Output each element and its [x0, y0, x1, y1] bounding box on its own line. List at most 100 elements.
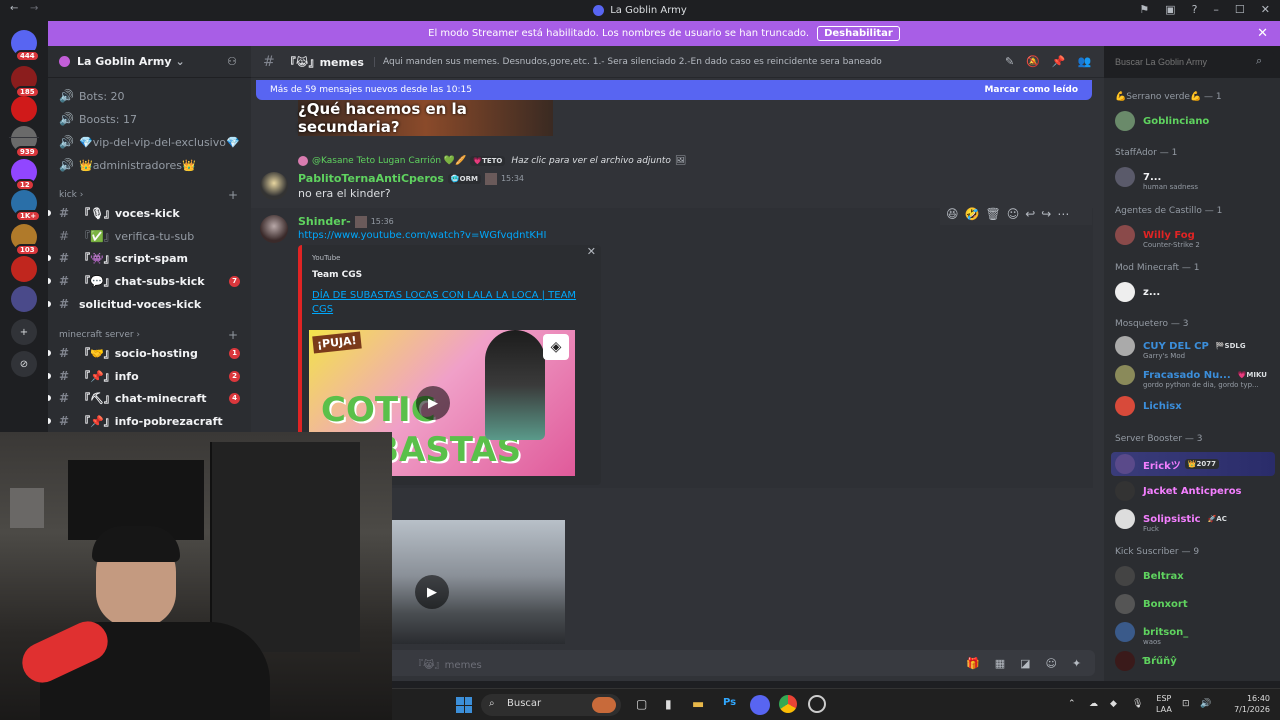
- windows-start-icon[interactable]: [456, 697, 472, 713]
- emoji-icon[interactable]: ☺: [1046, 657, 1057, 670]
- maximize-button[interactable]: ☐: [1235, 3, 1245, 16]
- message-link[interactable]: https://www.youtube.com/watch?v=WGfvqdnt…: [298, 230, 546, 241]
- flag-icon[interactable]: ⚑: [1139, 3, 1149, 16]
- chevron-up-icon[interactable]: ⌃: [1068, 699, 1076, 709]
- discord-taskbar-icon[interactable]: [750, 695, 770, 715]
- tray-app-icon[interactable]: ◆: [1110, 699, 1117, 709]
- message-author[interactable]: PablitoTernaAntiCperos: [298, 172, 444, 185]
- text-channel[interactable]: # 『⛏』chat-minecraft 4: [59, 389, 240, 407]
- text-channel[interactable]: # solicitud-voces-kick: [59, 295, 201, 313]
- server-header[interactable]: La Goblin Army ⌄ ⚇: [48, 46, 251, 78]
- threads-icon[interactable]: ✎: [1005, 55, 1014, 68]
- forward-icon[interactable]: ↪: [1041, 207, 1051, 221]
- member-item[interactable]: britson_ waos: [1115, 622, 1188, 646]
- invite-icon[interactable]: ⚇: [227, 55, 237, 68]
- member-item[interactable]: CUY DEL CP 🏁SDLG Garry's Mod: [1115, 336, 1249, 360]
- embed-title[interactable]: DÍA DE SUBASTAS LOCAS CON LALA LA LOCA |…: [312, 289, 577, 317]
- reaction-trash-icon[interactable]: 🗑: [985, 207, 1000, 221]
- discover-icon[interactable]: ⊘: [11, 351, 37, 377]
- text-channel[interactable]: # 『🎙』voces-kick: [59, 204, 180, 222]
- members-icon[interactable]: 👥: [1078, 55, 1092, 68]
- text-channel[interactable]: # 『✅』verifica-tu-sub: [59, 227, 194, 245]
- photoshop-icon[interactable]: Ps: [723, 697, 736, 708]
- play-icon[interactable]: ▶: [416, 386, 450, 420]
- member-item[interactable]: Fracasado Nu... 💗MIKU gordo python de dia,…: [1115, 365, 1270, 389]
- reply-preview[interactable]: @Kasane Teto Lugan Carrión 💚🥖 💗TETO Haz …: [298, 156, 686, 166]
- add-channel-icon[interactable]: +: [228, 328, 238, 342]
- microphone-icon[interactable]: 🎙: [1132, 699, 1143, 709]
- member-item[interactable]: Goblinciano: [1115, 111, 1209, 131]
- network-icon[interactable]: ⊡: [1182, 699, 1190, 709]
- member-item[interactable]: Jacket Anticperos: [1115, 481, 1242, 501]
- chrome-icon[interactable]: [779, 695, 797, 713]
- message-author[interactable]: Shinder-: [298, 215, 351, 228]
- member-item[interactable]: Erickツ 👑2077: [1111, 452, 1275, 476]
- close-icon[interactable]: ✕: [1257, 26, 1268, 41]
- member-item[interactable]: Solipsistic 🚀AC Fuck: [1115, 509, 1230, 533]
- member-item[interactable]: z...: [1115, 282, 1160, 302]
- tray-app-icon[interactable]: ☁: [1089, 699, 1098, 709]
- server-icon[interactable]: 444: [11, 30, 40, 62]
- disable-streamer-button[interactable]: Deshabilitar: [817, 26, 900, 41]
- video-attachment[interactable]: ▶: [390, 520, 565, 644]
- embed-author[interactable]: Team CGS: [312, 270, 362, 280]
- meme-image[interactable]: ¿Qué hacemos en la secundaria?: [298, 100, 553, 136]
- server-icon[interactable]: 1K+: [11, 190, 42, 222]
- app-icon[interactable]: ▮: [665, 697, 672, 711]
- pin-icon[interactable]: 📌: [1052, 55, 1066, 68]
- server-icon[interactable]: [11, 286, 37, 312]
- member-item[interactable]: Lichisx: [1115, 396, 1182, 416]
- member-item[interactable]: 7... human sadness: [1115, 167, 1198, 191]
- voice-channel[interactable]: 🔊 Bots: 20: [59, 87, 125, 105]
- reaction-laugh-icon[interactable]: 🤣: [965, 207, 980, 221]
- reply-user[interactable]: @Kasane Teto Lugan Carrión 💚🥖: [312, 156, 466, 166]
- task-view-icon[interactable]: ▢: [636, 697, 647, 711]
- add-channel-icon[interactable]: +: [228, 188, 238, 202]
- server-icon[interactable]: [11, 96, 37, 122]
- reply-icon[interactable]: ↩: [1025, 207, 1035, 221]
- avatar[interactable]: [260, 172, 288, 200]
- app-icon[interactable]: [808, 695, 826, 713]
- reaction-smile-icon[interactable]: 😆: [946, 207, 959, 221]
- member-item[interactable]: Beltrax: [1115, 566, 1184, 586]
- channel-topic[interactable]: Aqui manden sus memes. Desnudos,gore,etc…: [373, 56, 882, 67]
- clock[interactable]: 16:40 7/1/2026: [1224, 693, 1270, 715]
- category-header[interactable]: kick › +: [59, 188, 238, 202]
- add-reaction-icon[interactable]: ☺: [1007, 207, 1020, 221]
- play-icon[interactable]: ▶: [415, 575, 449, 609]
- voice-channel[interactable]: 🔊 Boosts: 17: [59, 110, 137, 128]
- category-header[interactable]: minecraft server › +: [59, 328, 238, 342]
- monitor-icon[interactable]: ▣: [1165, 3, 1175, 16]
- member-item[interactable]: Ɓŕűňŷ: [1115, 651, 1177, 671]
- file-explorer-icon[interactable]: ▬: [692, 697, 704, 712]
- help-icon[interactable]: ?: [1192, 3, 1198, 16]
- new-messages-bar[interactable]: Más de 59 mensajes nuevos desde las 10:1…: [256, 80, 1092, 100]
- close-embed-icon[interactable]: ✕: [587, 245, 596, 258]
- voice-channel[interactable]: 🔊 💎vip-del-vip-del-exclusivo💎: [59, 133, 240, 151]
- text-channel[interactable]: # 『💬』chat-subs-kick 7: [59, 272, 240, 290]
- member-item[interactable]: Bonxort: [1115, 594, 1188, 614]
- search-input[interactable]: [1108, 52, 1274, 72]
- server-icon[interactable]: 185: [11, 66, 40, 98]
- close-window-button[interactable]: ✕: [1261, 3, 1270, 16]
- text-channel[interactable]: # 『👾』script-spam: [59, 249, 188, 267]
- notifications-muted-icon[interactable]: 🔕: [1026, 55, 1040, 68]
- forward-arrow-icon[interactable]: →: [30, 3, 38, 14]
- language-indicator[interactable]: ESP LAA: [1156, 693, 1172, 715]
- add-server-icon[interactable]: +: [11, 319, 37, 345]
- avatar[interactable]: [260, 215, 288, 243]
- server-icon[interactable]: [11, 256, 37, 282]
- text-channel[interactable]: # 『📌』info-pobrezacraft: [59, 412, 223, 430]
- gif-icon[interactable]: ▦: [995, 657, 1005, 670]
- voice-channel[interactable]: 🔊 👑administradores👑: [59, 156, 196, 174]
- server-icon[interactable]: 939: [11, 126, 40, 158]
- text-channel[interactable]: # 『📌』info 2: [59, 367, 240, 385]
- reply-text[interactable]: Haz clic para ver el archivo adjunto: [511, 156, 671, 166]
- volume-icon[interactable]: 🔊: [1200, 699, 1211, 709]
- mark-as-read-button[interactable]: Marcar como leído: [984, 85, 1078, 95]
- member-item[interactable]: Willy Fog Counter-Strike 2: [1115, 225, 1200, 249]
- back-arrow-icon[interactable]: ←: [10, 3, 18, 14]
- embed-provider[interactable]: YouTube: [312, 254, 340, 262]
- apps-icon[interactable]: ✦: [1072, 657, 1081, 670]
- text-channel[interactable]: # 『🤝』socio-hosting 1: [59, 344, 240, 362]
